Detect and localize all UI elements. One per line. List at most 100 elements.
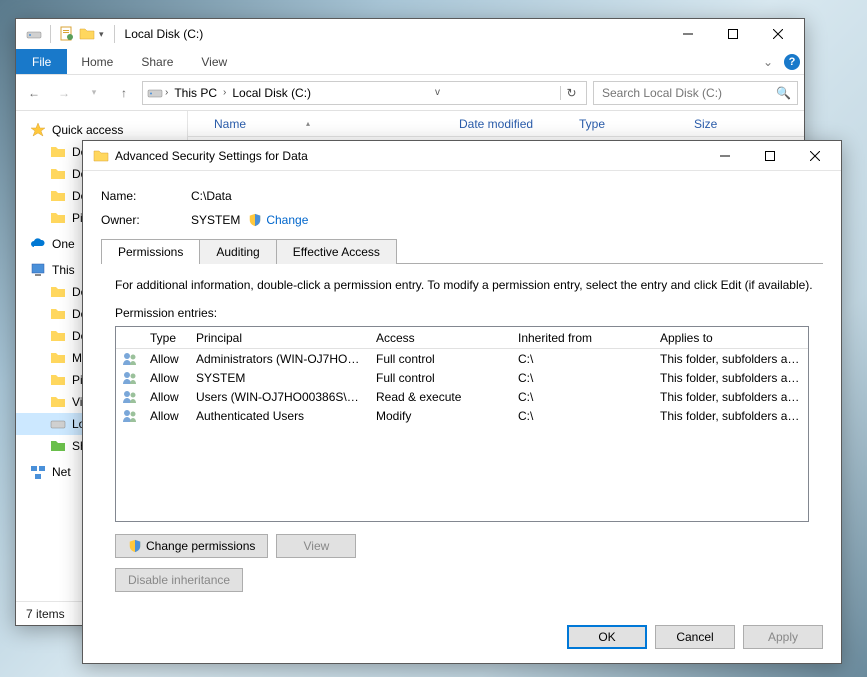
col-type[interactable]: Type (144, 331, 190, 345)
shield-icon (128, 539, 142, 553)
entries-label: Permission entries: (115, 306, 823, 320)
apply-button[interactable]: Apply (743, 625, 823, 649)
col-inherited[interactable]: Inherited from (512, 331, 654, 345)
chevron-right-icon[interactable]: › (163, 87, 170, 98)
sort-asc-icon: ▴ (306, 119, 310, 128)
tab-effective-access[interactable]: Effective Access (276, 239, 397, 264)
folder-icon (50, 328, 66, 344)
cell-principal: Administrators (WIN-OJ7HO0… (190, 352, 370, 366)
quick-access-toolbar: ▾ (20, 25, 110, 43)
share-tab[interactable]: Share (127, 49, 187, 74)
folder-icon (50, 188, 66, 204)
ribbon-expand-icon[interactable]: ⌄ (756, 49, 780, 74)
drive-icon (50, 416, 66, 432)
tab-auditing[interactable]: Auditing (199, 239, 276, 264)
change-owner-link[interactable]: Change (266, 213, 308, 227)
cancel-button[interactable]: Cancel (655, 625, 735, 649)
cell-type: Allow (144, 371, 190, 385)
col-type[interactable]: Type (571, 117, 686, 131)
owner-value: SYSTEM (191, 213, 240, 227)
cell-inherited: C:\ (512, 371, 654, 385)
owner-row: Owner: SYSTEM Change (101, 213, 823, 227)
shield-icon (248, 213, 262, 227)
ribbon-tabs: File Home Share View ⌄ ? (16, 49, 804, 75)
forward-button[interactable]: → (52, 81, 76, 105)
col-access[interactable]: Access (370, 331, 512, 345)
back-button[interactable]: ← (22, 81, 46, 105)
pc-icon (30, 262, 46, 278)
maximize-button[interactable] (710, 20, 755, 48)
folder-icon (50, 166, 66, 182)
breadcrumb-thispc[interactable]: This PC (170, 86, 221, 100)
maximize-button[interactable] (747, 142, 792, 170)
cell-applies: This folder, subfolders and files (654, 371, 808, 385)
disable-inheritance-button[interactable]: Disable inheritance (115, 568, 243, 592)
cell-access: Full control (370, 352, 512, 366)
view-tab[interactable]: View (187, 49, 241, 74)
help-button[interactable]: ? (780, 49, 804, 74)
search-icon[interactable]: 🔍 (776, 86, 791, 100)
instruction-text: For additional information, double-click… (115, 278, 823, 292)
network-icon (30, 464, 46, 480)
users-icon (122, 408, 138, 424)
ok-button[interactable]: OK (567, 625, 647, 649)
address-bar: ← → ▾ ↑ › This PC › Local Disk (C:) v ↻ … (16, 75, 804, 111)
music-icon (50, 350, 66, 366)
view-button[interactable]: View (276, 534, 356, 558)
folder-icon (50, 144, 66, 160)
file-tab[interactable]: File (16, 49, 67, 74)
users-icon (122, 351, 138, 367)
refresh-button[interactable]: ↻ (560, 86, 582, 100)
col-size[interactable]: Size (686, 117, 766, 131)
share-icon (50, 438, 66, 454)
cell-applies: This folder, subfolders and files (654, 409, 808, 423)
tab-permissions[interactable]: Permissions (101, 239, 200, 264)
cell-type: Allow (144, 390, 190, 404)
name-value: C:\Data (191, 189, 232, 203)
permission-row[interactable]: AllowAuthenticated UsersModifyC:\This fo… (116, 406, 808, 425)
owner-label: Owner: (101, 213, 191, 227)
permission-row[interactable]: AllowUsers (WIN-OJ7HO00386S\Us…Read & ex… (116, 387, 808, 406)
change-permissions-button[interactable]: Change permissions (115, 534, 268, 558)
recent-dropdown-icon[interactable]: ▾ (82, 81, 106, 105)
name-row: Name: C:\Data (101, 189, 823, 203)
column-headers: Name▴ Date modified Type Size (188, 111, 804, 137)
cell-access: Read & execute (370, 390, 512, 404)
dialog-titlebar: Advanced Security Settings for Data (83, 141, 841, 171)
breadcrumb-location[interactable]: Local Disk (C:) (228, 86, 315, 100)
close-button[interactable] (755, 20, 800, 48)
col-applies[interactable]: Applies to (654, 331, 808, 345)
folder-icon (93, 148, 109, 164)
folder-icon (50, 210, 66, 226)
folder-icon (50, 306, 66, 322)
cell-principal: Authenticated Users (190, 409, 370, 423)
minimize-button[interactable] (702, 142, 747, 170)
permission-row[interactable]: AllowSYSTEMFull controlC:\This folder, s… (116, 368, 808, 387)
new-folder-icon[interactable] (79, 26, 95, 42)
search-box[interactable]: 🔍 (593, 81, 798, 105)
home-tab[interactable]: Home (67, 49, 127, 74)
col-principal[interactable]: Principal (190, 331, 370, 345)
col-date[interactable]: Date modified (451, 117, 571, 131)
close-button[interactable] (792, 142, 837, 170)
drive-icon (26, 26, 42, 42)
breadcrumb-bar[interactable]: › This PC › Local Disk (C:) v ↻ (142, 81, 587, 105)
explorer-titlebar: ▾ Local Disk (C:) (16, 19, 804, 49)
up-button[interactable]: ↑ (112, 81, 136, 105)
cell-inherited: C:\ (512, 352, 654, 366)
permission-grid: Type Principal Access Inherited from App… (115, 326, 809, 522)
permission-row[interactable]: AllowAdministrators (WIN-OJ7HO0…Full con… (116, 349, 808, 368)
chevron-right-icon[interactable]: › (221, 87, 228, 98)
breadcrumb-dropdown-icon[interactable]: v (431, 87, 444, 98)
item-count: 7 items (26, 607, 65, 621)
cell-applies: This folder, subfolders and files (654, 352, 808, 366)
properties-icon[interactable] (59, 26, 75, 42)
minimize-button[interactable] (665, 20, 710, 48)
col-name[interactable]: Name▴ (206, 117, 451, 131)
sidebar-quick-access[interactable]: Quick access (16, 119, 187, 141)
qat-dropdown-icon[interactable]: ▾ (99, 29, 104, 40)
dialog-title: Advanced Security Settings for Data (115, 149, 308, 163)
search-input[interactable] (600, 85, 776, 101)
name-label: Name: (101, 189, 191, 203)
star-icon (30, 122, 46, 138)
